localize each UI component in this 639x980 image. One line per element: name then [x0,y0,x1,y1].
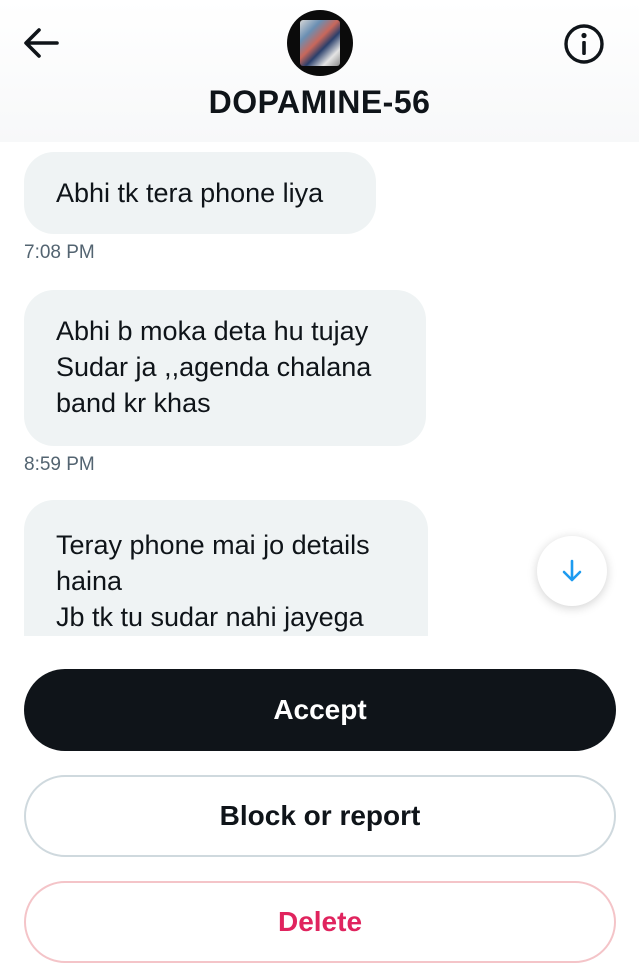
info-circle-icon [564,24,604,64]
message-timestamp: 8:59 PM [24,454,95,475]
message-line: Sudar ja ,,agenda chalana [56,352,372,382]
scroll-to-bottom-button[interactable] [537,536,607,606]
message-line: band kr khas [56,388,211,418]
message-line: Abhi tk tera phone liya [56,178,324,208]
avatar[interactable] [287,10,353,76]
block-or-report-button[interactable]: Block or report [24,775,616,857]
delete-button[interactable]: Delete [24,881,616,963]
arrow-left-icon [24,28,59,58]
message-line: haina [56,566,123,596]
message-bubble: Abhi tk tera phone liya [24,152,376,234]
message-bubble: Teray phone mai jo details haina Jb tk t… [24,500,428,636]
message-timestamp: 7:08 PM [24,242,95,263]
message-line: Abhi b moka deta hu tujay [56,316,369,346]
back-button[interactable] [18,20,64,66]
accept-button[interactable]: Accept [24,669,616,751]
message-line: Teray phone mai jo details [56,530,370,560]
info-button[interactable] [560,20,608,68]
arrow-down-icon [562,559,582,582]
message-bubble: Abhi b moka deta hu tujay Sudar ja ,,age… [24,290,426,446]
conversation-header: DOPAMINE-56 [0,0,639,142]
avatar-image [300,20,340,66]
message-line: Jb tk tu sudar nahi jayega [56,602,364,632]
conversation-title: DOPAMINE-56 [208,84,431,120]
